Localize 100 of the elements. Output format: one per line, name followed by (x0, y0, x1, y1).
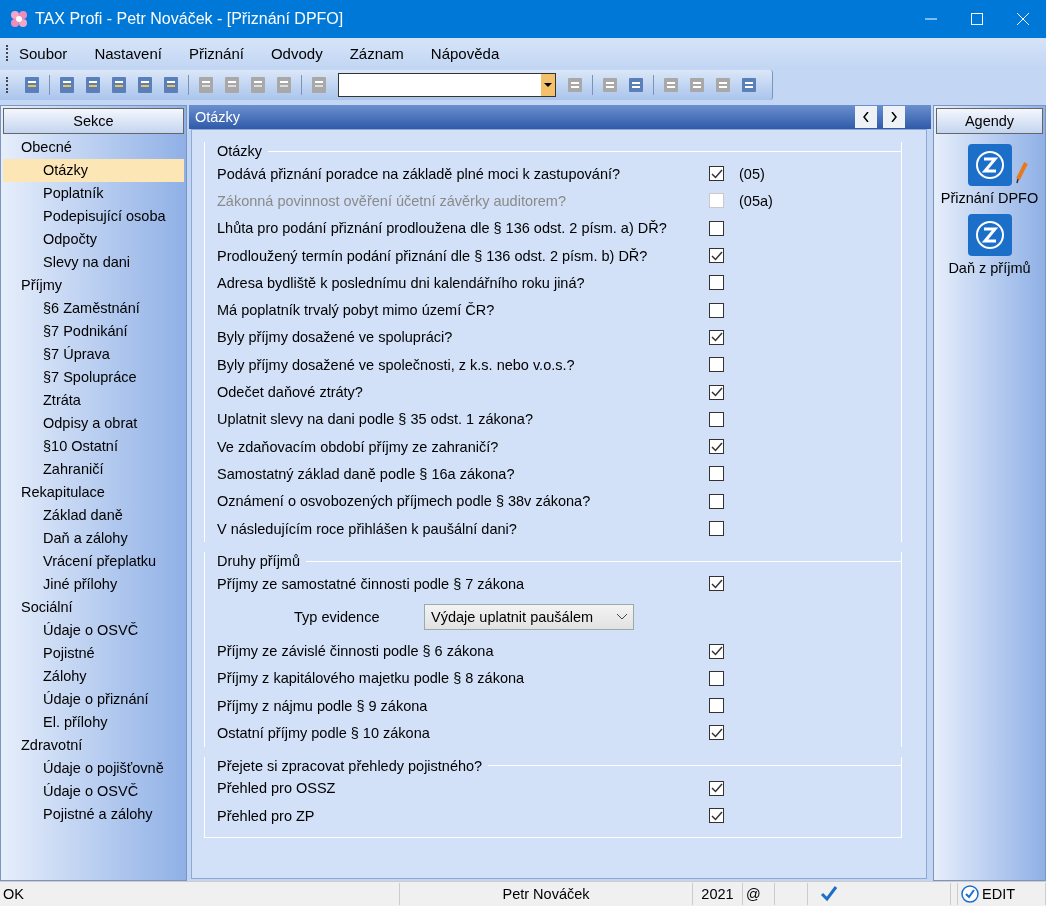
sidebar-item[interactable]: Údaje o přiznání (3, 688, 184, 711)
checkbox[interactable] (709, 493, 724, 509)
question-label: V následujícím roce přihlášen k paušální dani? (217, 520, 518, 537)
next-button[interactable] (883, 106, 905, 128)
sidebar-item[interactable]: §7 Spolupráce (3, 366, 184, 389)
question-label: Příjmy z nájmu podle § 9 zákona (217, 697, 429, 714)
field-label: Typ evidence (293, 609, 381, 626)
checkbox[interactable] (709, 643, 724, 659)
checkbox[interactable] (709, 698, 724, 714)
check-icon (710, 168, 723, 179)
window-title: TAX Profi - Petr Nováček - [Přiznání DPFO] (35, 10, 345, 28)
sidebar-group[interactable]: Zdravotní (1, 734, 186, 757)
checkbox[interactable] (709, 466, 724, 482)
question-label: Má poplatník trvalý pobyt mimo území ČR? (217, 302, 496, 319)
sidebar-item[interactable]: Poplatník (3, 182, 184, 205)
question-label: Uplatnit slevy na dani podle § 35 odst. 1 zákona? (217, 411, 534, 428)
agenda-item[interactable]: Daň z příjmů (934, 214, 1045, 276)
sidebar-item[interactable]: Základ daně (3, 504, 184, 527)
menu-item[interactable]: Soubor (19, 44, 68, 62)
line-code: (05a) (739, 192, 773, 209)
question-label: Podává přiznání poradce na základě plné moci k zastupování? (217, 165, 622, 182)
sidebar-group[interactable]: Obecné (1, 136, 186, 159)
checkbox[interactable] (709, 439, 724, 455)
previous-button[interactable] (855, 106, 877, 128)
checkbox[interactable] (709, 411, 724, 427)
sidebar-item[interactable]: Jiné přílohy (3, 573, 184, 596)
sidebar-item[interactable]: Údaje o OSVČ (3, 780, 184, 803)
question-label: Adresa bydliště k poslednímu dni kalendářního roku jiná? (217, 274, 586, 291)
record-combo-box[interactable] (338, 73, 556, 97)
check-icon (710, 578, 723, 589)
maximize-icon[interactable] (971, 13, 983, 25)
chevron-left-icon (863, 112, 869, 122)
check-tool-icon (820, 885, 838, 903)
question-label: Samostatný základ daně podle § 16a zákona? (217, 465, 516, 482)
menu-item[interactable]: Odvody (270, 44, 323, 62)
checkbox[interactable] (709, 384, 724, 400)
checkbox[interactable] (709, 220, 724, 236)
sidebar-item[interactable]: Otázky (3, 159, 184, 182)
check-icon (710, 332, 723, 343)
sidebar-item[interactable]: Pojistné (3, 642, 184, 665)
checkbox[interactable] (709, 780, 724, 796)
close-icon[interactable] (1017, 13, 1029, 25)
caret-icon (544, 83, 552, 87)
question-label: Zákonná povinnost ověření účetní závěrky auditorem? (217, 192, 567, 209)
sidebar-item[interactable]: Údaje o OSVČ (3, 619, 184, 642)
menu-item[interactable]: Nastavení (94, 44, 162, 62)
question-label: Přehled pro OSSZ (217, 780, 337, 797)
checkbox[interactable] (709, 808, 724, 824)
question-label: Odečet daňové ztráty? (217, 384, 364, 400)
menu-item[interactable]: Přiznání (188, 44, 244, 62)
sidebar-item[interactable]: Zahraničí (3, 458, 184, 481)
sidebar-item[interactable]: Pojistné a zálohy (3, 803, 184, 826)
question-label: Ostatní příjmy podle § 10 zákona (217, 725, 431, 741)
check-icon (710, 810, 723, 821)
status-user: Petr Nováček (400, 883, 693, 905)
checkbox[interactable] (709, 521, 724, 536)
sidebar-item[interactable]: Ztráta (3, 389, 184, 412)
sidebar-item[interactable]: §6 Zaměstnání (3, 297, 184, 320)
chevron-down-icon (617, 614, 627, 621)
question-label: Oznámení o osvobozených příjmech podle § 38v zákona? (217, 493, 592, 510)
menu-item[interactable]: Nápověda (430, 44, 500, 62)
sidebar-item[interactable]: Zálohy (3, 665, 184, 688)
checkbox[interactable] (709, 302, 724, 318)
checkbox[interactable] (709, 725, 724, 741)
checkbox[interactable] (709, 248, 724, 264)
sidebar-item[interactable]: Údaje o pojišťovně (3, 757, 184, 780)
sidebar-item[interactable]: §10 Ostatní (3, 435, 184, 458)
question-label: Příjmy z kapitálového majetku podle § 8 zákona (217, 670, 526, 687)
checkbox[interactable] (709, 357, 724, 373)
menu-item[interactable]: Záznam (349, 44, 404, 62)
sidebar-item[interactable]: El. přílohy (3, 711, 184, 734)
checkbox[interactable] (709, 329, 724, 345)
checkbox[interactable] (709, 166, 724, 182)
sidebar-group[interactable]: Příjmy (1, 274, 186, 297)
section-title: Otázky (216, 143, 264, 159)
sidebar-group[interactable]: Rekapitulace (1, 481, 186, 504)
sidebar-item[interactable]: Slevy na dani (3, 251, 184, 274)
question-label: Příjmy ze samostatné činnosti podle § 7 zákona (217, 575, 526, 592)
checkbox[interactable] (709, 275, 724, 291)
question-label: Lhůta pro podání přiznání prodloužena dle § 136 odst. 2 písm. a) DŘ? (217, 220, 668, 237)
status-mode: EDIT (982, 886, 1016, 902)
question-label: Ve zdaňovacím období příjmy ze zahraničí? (217, 438, 500, 455)
sidebar-item[interactable]: Daň a zálohy (3, 527, 184, 550)
check-icon (710, 646, 723, 657)
checkbox[interactable] (709, 670, 724, 686)
sidebar-item[interactable]: Odpočty (3, 228, 184, 251)
check-icon (710, 250, 723, 261)
agenda-item[interactable]: Přiznání DPFO (934, 144, 1045, 206)
sidebar-item[interactable]: §7 Úprava (3, 343, 184, 366)
status-mail: @ (743, 883, 775, 905)
checkbox[interactable] (709, 576, 724, 592)
line-code: (05) (739, 165, 765, 182)
dropdown[interactable]: Výdaje uplatnit paušálem (424, 604, 634, 631)
sidebar-item[interactable]: Vrácení přeplatku (3, 550, 184, 573)
sidebar-item[interactable]: Podepisující osoba (3, 205, 184, 228)
sidebar-header: Sekce (3, 108, 184, 134)
sidebar-item[interactable]: Odpisy a obrat (3, 412, 184, 435)
check-icon (710, 728, 723, 738)
sidebar-group[interactable]: Sociální (1, 596, 186, 619)
sidebar-item[interactable]: §7 Podnikání (3, 320, 184, 343)
